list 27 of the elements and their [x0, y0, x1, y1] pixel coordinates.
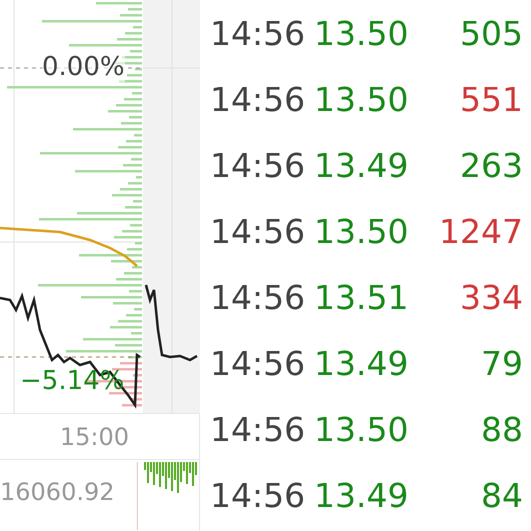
trade-time: 14:56 — [210, 344, 306, 382]
trade-volume: 88 — [481, 410, 523, 448]
trade-volume: 505 — [460, 14, 523, 52]
trade-volume: 334 — [460, 278, 523, 316]
trade-time: 14:56 — [210, 410, 306, 448]
trade-price: 13.49 — [314, 146, 410, 184]
trade-time: 14:56 — [210, 146, 306, 184]
trade-price: 13.49 — [314, 344, 410, 382]
trade-volume: 263 — [460, 146, 523, 184]
volume-label: 16060.92 — [0, 477, 116, 506]
trade-price: 13.50 — [314, 80, 410, 118]
trade-price: 13.50 — [314, 14, 410, 52]
trade-volume: 1247 — [439, 212, 523, 250]
trade-volume: 84 — [481, 476, 523, 514]
trade-price: 13.49 — [314, 476, 410, 514]
trade-volume: 551 — [460, 80, 523, 118]
trade-volume: 79 — [481, 344, 523, 382]
time-axis-label: 15:00 — [60, 422, 129, 450]
trade-time: 14:56 — [210, 14, 306, 52]
trade-price: 13.51 — [314, 278, 410, 316]
volume-bars-drawing — [137, 460, 199, 530]
trade-price: 13.50 — [314, 212, 410, 250]
trade-time: 14:56 — [210, 278, 306, 316]
trade-time: 14:56 — [210, 80, 306, 118]
trade-time: 14:56 — [210, 212, 306, 250]
trade-price: 13.50 — [314, 410, 410, 448]
trade-time: 14:56 — [210, 476, 306, 514]
